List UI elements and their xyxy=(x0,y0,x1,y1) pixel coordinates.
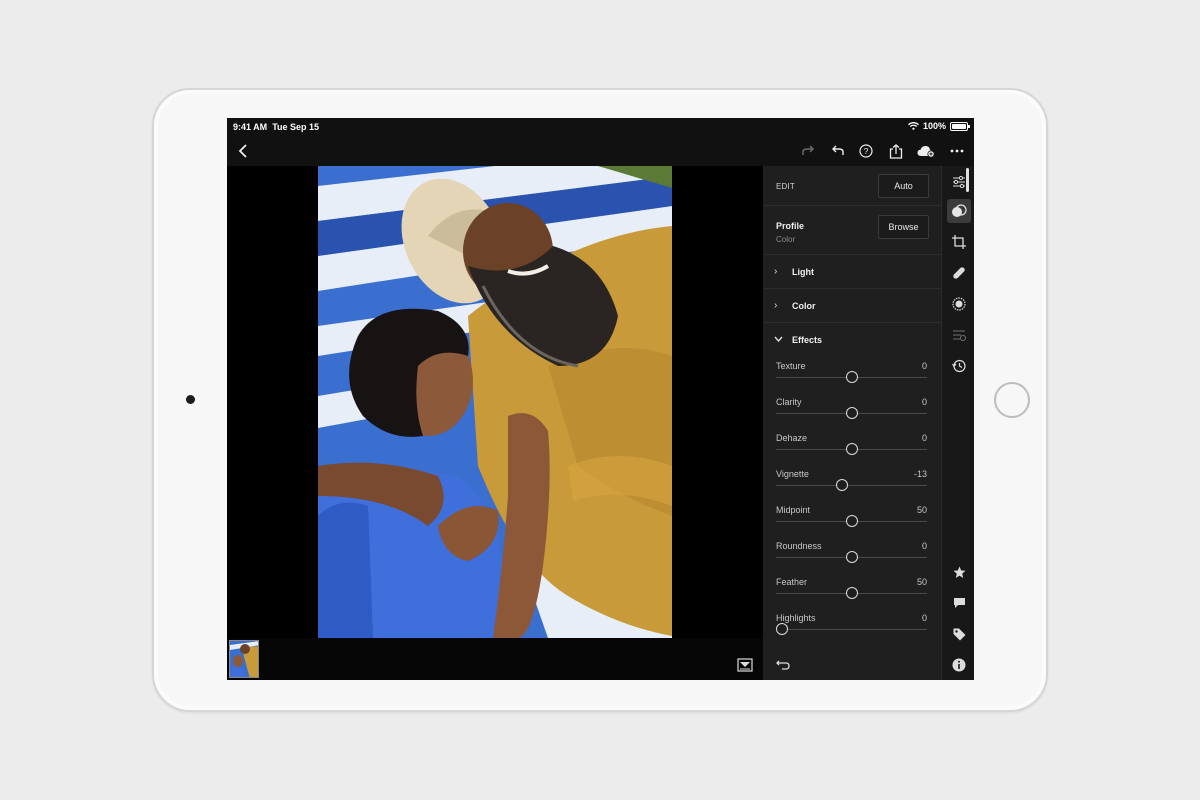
slider-value: 0 xyxy=(921,541,927,551)
healing-icon[interactable] xyxy=(947,261,971,285)
info-icon[interactable] xyxy=(947,653,971,677)
cloud-sync-icon[interactable] xyxy=(915,140,937,162)
star-icon[interactable] xyxy=(947,560,971,584)
browse-button[interactable]: Browse xyxy=(878,215,929,239)
slider-value: 0 xyxy=(921,361,927,371)
history-icon[interactable] xyxy=(947,354,971,378)
redo-icon[interactable] xyxy=(797,140,819,162)
clock: 9:41 AM xyxy=(233,122,268,132)
status-time: 9:41 AM Tue Sep 15 xyxy=(233,122,319,132)
comment-icon[interactable] xyxy=(947,591,971,615)
slider-dehaze[interactable]: Dehaze 0 xyxy=(776,431,927,467)
battery-percent: 100% xyxy=(922,121,946,131)
home-button[interactable] xyxy=(994,382,1030,418)
svg-text:?: ? xyxy=(864,146,869,156)
slider-label: Roundness xyxy=(776,541,822,551)
slider-thumb[interactable] xyxy=(776,623,789,635)
presets-icon[interactable] xyxy=(947,323,971,347)
slider-vignette[interactable]: Vignette -13 xyxy=(776,467,927,503)
slider-value: 50 xyxy=(916,505,927,515)
date: Tue Sep 15 xyxy=(272,122,320,132)
edit-panel: EDIT Auto Profile Color Browse › Light ›… xyxy=(763,166,941,680)
slider-label: Clarity xyxy=(776,397,802,407)
compare-icon[interactable] xyxy=(737,658,753,672)
tool-scrollbar[interactable] xyxy=(966,168,969,192)
crop-icon[interactable] xyxy=(947,230,971,254)
slider-label: Vignette xyxy=(776,469,809,479)
filmstrip xyxy=(227,638,763,680)
edited-photo[interactable] xyxy=(318,166,672,638)
slider-thumb[interactable] xyxy=(836,479,849,491)
section-effects[interactable]: Effects xyxy=(763,323,941,357)
status-right: 100% xyxy=(908,121,970,131)
slider-thumb[interactable] xyxy=(845,587,858,599)
edit-header: EDIT Auto xyxy=(763,166,941,206)
slider-label: Feather xyxy=(776,577,808,587)
slider-value: 0 xyxy=(921,613,927,623)
tag-icon[interactable] xyxy=(947,622,971,646)
lightroom-screen: 9:41 AM Tue Sep 15 100% ? EDIT Auto Prof… xyxy=(227,118,974,680)
front-camera xyxy=(186,395,195,404)
edit-header-label: EDIT xyxy=(776,182,796,191)
photo-thumbnail[interactable] xyxy=(229,640,259,678)
tool-strip xyxy=(941,166,974,680)
profile-row: Profile Color Browse xyxy=(763,206,941,255)
slider-value: -13 xyxy=(913,469,927,479)
slider-track[interactable] xyxy=(776,629,927,630)
section-color[interactable]: › Color xyxy=(763,289,941,323)
chevron-down-icon xyxy=(774,336,783,342)
chevron-right-icon: › xyxy=(774,300,778,311)
slider-label: Dehaze xyxy=(776,433,808,443)
slider-label: Midpoint xyxy=(776,505,811,515)
slider-feather[interactable]: Feather 50 xyxy=(776,575,927,611)
slider-thumb[interactable] xyxy=(845,551,858,563)
slider-label: Highlights xyxy=(776,613,816,623)
reset-icon[interactable] xyxy=(776,658,790,673)
photo-image xyxy=(318,166,672,638)
slider-texture[interactable]: Texture 0 xyxy=(776,359,927,395)
section-color-label: Color xyxy=(792,301,816,311)
slider-thumb[interactable] xyxy=(845,515,858,527)
undo-icon[interactable] xyxy=(827,140,849,162)
slider-thumb[interactable] xyxy=(845,443,858,455)
section-effects-label: Effects xyxy=(792,335,823,345)
auto-button[interactable]: Auto xyxy=(878,174,929,198)
profile-title: Profile xyxy=(776,221,805,231)
slider-value: 0 xyxy=(921,397,927,407)
status-bar: 9:41 AM Tue Sep 15 100% xyxy=(227,118,974,136)
back-icon[interactable] xyxy=(232,140,254,162)
slider-thumb[interactable] xyxy=(845,407,858,419)
masking-icon[interactable] xyxy=(947,199,971,223)
slider-midpoint[interactable]: Midpoint 50 xyxy=(776,503,927,539)
wifi-icon xyxy=(908,122,919,130)
more-icon[interactable] xyxy=(946,140,968,162)
slider-roundness[interactable]: Roundness 0 xyxy=(776,539,927,575)
chevron-right-icon: › xyxy=(774,266,778,277)
battery-icon xyxy=(950,121,970,131)
slider-value: 0 xyxy=(921,433,927,443)
photo-canvas[interactable] xyxy=(227,166,763,638)
slider-clarity[interactable]: Clarity 0 xyxy=(776,395,927,431)
profile-value: Color xyxy=(776,235,796,244)
section-light[interactable]: › Light xyxy=(763,255,941,289)
selective-icon[interactable] xyxy=(947,292,971,316)
slider-label: Texture xyxy=(776,361,806,371)
slider-track[interactable] xyxy=(776,485,927,486)
slider-value: 50 xyxy=(916,577,927,587)
top-toolbar: ? xyxy=(227,136,974,166)
slider-thumb[interactable] xyxy=(845,371,858,383)
section-light-label: Light xyxy=(792,267,814,277)
share-icon[interactable] xyxy=(885,140,907,162)
help-icon[interactable]: ? xyxy=(855,140,877,162)
slider-highlights[interactable]: Highlights 0 xyxy=(776,611,927,647)
